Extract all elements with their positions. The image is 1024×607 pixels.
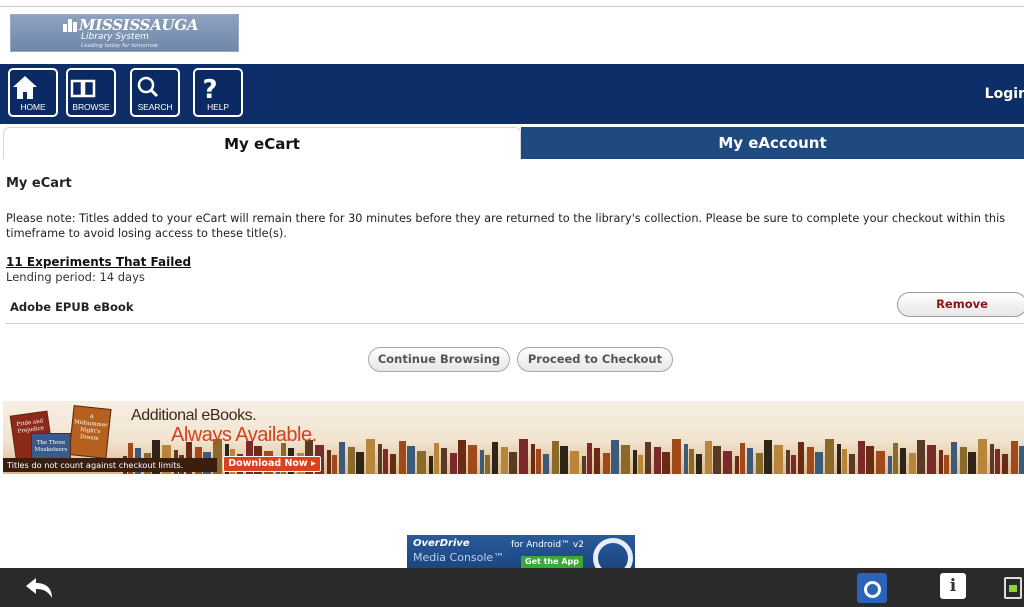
download-now-button[interactable]: Download Now ▸ xyxy=(223,456,321,472)
logo-tagline: Leading today for tomorrow xyxy=(81,43,158,49)
overdrive-ring-icon xyxy=(593,538,633,570)
battery-icon xyxy=(1004,577,1022,599)
cart-item-title-link[interactable]: 11 Experiments That Failed xyxy=(6,255,191,269)
login-link[interactable]: Login xyxy=(985,86,1024,102)
checkout-note: Please note: Titles added to your eCart … xyxy=(6,212,1006,240)
ad-brand: OverDrive xyxy=(413,538,470,549)
banner-headline: Additional eBooks. xyxy=(131,407,257,424)
overdrive-app-icon[interactable] xyxy=(857,573,887,603)
ad-platform: for Android™ v2 xyxy=(511,540,584,550)
library-logo[interactable]: MISSISSAUGA Library System Leading today… xyxy=(10,14,239,52)
search-label: SEARCH xyxy=(137,102,173,112)
top-divider xyxy=(0,6,1024,7)
tab-my-eaccount[interactable]: My eAccount xyxy=(521,127,1024,159)
nav-bar: HOME BROWSE SEARCH ? HELP Login xyxy=(0,64,1024,124)
svg-text:?: ? xyxy=(202,75,217,103)
get-the-app-button[interactable]: Get the App xyxy=(521,556,583,568)
logo-subtitle: Library System xyxy=(81,32,149,42)
book-icon xyxy=(70,79,96,98)
banner-disclaimer: Titles do not count against checkout lim… xyxy=(3,458,217,472)
lending-period: Lending period: 14 days xyxy=(6,270,145,284)
home-button[interactable]: HOME xyxy=(8,68,58,117)
tab-my-ecart[interactable]: My eCart xyxy=(3,127,521,159)
back-arrow-icon[interactable] xyxy=(22,574,58,602)
section-title: My eCart xyxy=(6,176,72,191)
item-divider xyxy=(6,323,1024,324)
home-label: HOME xyxy=(20,102,46,112)
info-icon[interactable]: i xyxy=(940,573,966,599)
continue-browsing-button[interactable]: Continue Browsing xyxy=(368,347,510,372)
question-icon: ? xyxy=(202,75,217,103)
browse-button[interactable]: BROWSE xyxy=(66,68,116,117)
remove-button[interactable]: Remove xyxy=(897,292,1024,317)
logo-mark-icon xyxy=(63,19,79,32)
book-cover-2: A Midsummer Night's Dream xyxy=(68,405,112,459)
additional-ebooks-banner[interactable]: Pride and Prejudice A Midsummer Night's … xyxy=(3,401,1024,474)
browse-label: BROWSE xyxy=(72,102,110,112)
system-bar: i xyxy=(0,568,1024,607)
search-button[interactable]: SEARCH xyxy=(130,68,180,117)
overdrive-app-ad[interactable]: OverDrive Media Console™ for Android™ v2… xyxy=(407,535,635,570)
proceed-to-checkout-button[interactable]: Proceed to Checkout xyxy=(517,347,673,372)
item-format: Adobe EPUB eBook xyxy=(10,300,134,314)
ad-product: Media Console™ xyxy=(413,551,505,564)
cart-account-tabs: My eCart My eAccount xyxy=(0,127,1024,159)
home-icon xyxy=(13,76,37,99)
help-label: HELP xyxy=(207,102,229,112)
search-icon xyxy=(137,76,159,98)
banner-subheadline: Always Available. xyxy=(171,424,317,446)
help-button[interactable]: ? HELP xyxy=(193,68,243,117)
page: MISSISSAUGA Library System Leading today… xyxy=(0,0,1024,607)
